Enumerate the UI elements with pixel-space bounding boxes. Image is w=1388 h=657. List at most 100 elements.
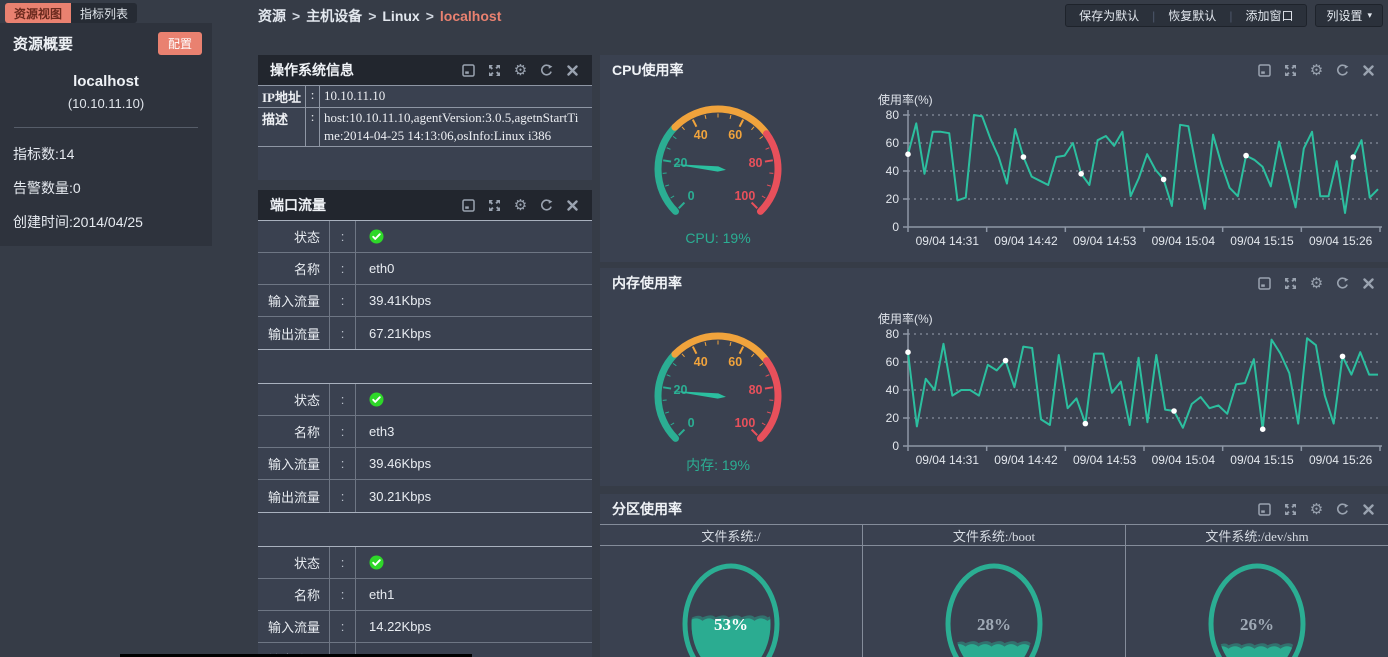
svg-text:09/04 15:15: 09/04 15:15 (1230, 453, 1294, 467)
svg-text:0: 0 (688, 416, 695, 430)
tab-resource-view[interactable]: 资源视图 (5, 3, 71, 23)
close-icon[interactable] (1361, 502, 1376, 517)
group-gap (258, 513, 592, 546)
close-icon[interactable] (1361, 276, 1376, 291)
breadcrumb-item[interactable]: 资源 (258, 8, 286, 24)
refresh-icon[interactable] (539, 198, 554, 213)
svg-text:28%: 28% (977, 615, 1011, 634)
column-settings-button[interactable]: 列设置 ▾ (1315, 4, 1383, 27)
row-value: 30.21Kbps (356, 480, 592, 512)
save-as-default-button[interactable]: 保存为默认 (1066, 5, 1152, 26)
svg-text:09/04 14:53: 09/04 14:53 (1073, 453, 1137, 467)
expand-icon[interactable] (1283, 276, 1298, 291)
refresh-icon[interactable] (1335, 63, 1350, 78)
toolbar-button-group: 保存为默认 | 恢复默认 | 添加窗口 (1065, 4, 1307, 27)
restore-default-button[interactable]: 恢复默认 (1155, 5, 1229, 26)
panel-controls: ⚙ (1257, 276, 1376, 291)
svg-text:40: 40 (694, 128, 708, 142)
row-label: 状态 (258, 221, 330, 252)
colon: : (330, 253, 356, 284)
filesystem-root-liquid-gauge: 53% (675, 560, 787, 657)
collapse-icon[interactable] (1257, 276, 1272, 291)
refresh-icon[interactable] (1335, 502, 1350, 517)
row-value: 39.46Kbps (356, 448, 592, 479)
svg-text:0: 0 (892, 439, 899, 453)
table-row: 输入流量:39.46Kbps (258, 448, 592, 480)
host-ip: (10.10.11.10) (0, 96, 212, 111)
close-icon[interactable] (1361, 63, 1376, 78)
settings-icon[interactable]: ⚙ (1309, 276, 1324, 291)
expand-icon[interactable] (1283, 502, 1298, 517)
svg-text:80: 80 (749, 383, 763, 397)
close-icon[interactable] (565, 198, 580, 213)
close-icon[interactable] (565, 63, 580, 78)
svg-text:09/04 15:04: 09/04 15:04 (1152, 453, 1216, 467)
svg-text:20: 20 (674, 383, 688, 397)
svg-text:53%: 53% (714, 615, 748, 634)
refresh-icon[interactable] (539, 63, 554, 78)
add-window-button[interactable]: 添加窗口 (1232, 5, 1306, 26)
svg-text:09/04 14:53: 09/04 14:53 (1073, 234, 1137, 248)
svg-text:60: 60 (728, 128, 742, 142)
port-traffic-panel-title: 端口流量 (270, 195, 326, 215)
partition-usage-panel: 分区使用率 ⚙ 文件系统:/ 文件系统:/boot 文件系统:/dev/shm … (600, 494, 1388, 657)
os-ip-value: 10.10.11.10 (320, 86, 592, 107)
panel-controls: ⚙ (1257, 63, 1376, 78)
row-label: 状态 (258, 384, 330, 415)
dashboard: 资源视图 指标列表 资源>主机设备>Linux>localhost 保存为默认 … (0, 0, 1388, 657)
colon: : (330, 448, 356, 479)
svg-text:09/04 15:26: 09/04 15:26 (1309, 234, 1373, 248)
row-label: 输入流量 (258, 611, 330, 642)
collapse-icon[interactable] (461, 198, 476, 213)
expand-icon[interactable] (487, 198, 502, 213)
settings-icon[interactable]: ⚙ (1309, 63, 1324, 78)
os-desc-label: 描述 (258, 108, 306, 146)
panel-controls: ⚙ (461, 198, 580, 213)
resource-summary-panel: 资源概要 配置 localhost (10.10.11.10) 指标数:14 告… (0, 23, 212, 246)
port-group-eth3: 状态:名称:eth3输入流量:39.46Kbps输出流量:30.21Kbps (258, 383, 592, 513)
partition-panel-title: 分区使用率 (612, 499, 682, 519)
colon: : (330, 317, 356, 349)
status-ok-icon (356, 221, 592, 252)
table-row: 输入流量:39.41Kbps (258, 285, 592, 317)
table-row: 输出流量:67.21Kbps (258, 317, 592, 349)
expand-icon[interactable] (487, 63, 502, 78)
row-label: 状态 (258, 547, 330, 578)
colon: : (330, 384, 356, 415)
collapse-icon[interactable] (1257, 502, 1272, 517)
colon: : (330, 611, 356, 642)
os-info-panel: 操作系统信息 ⚙ IP地址 : 10.10.11.10 描述 : host:10… (258, 55, 592, 180)
host-name: localhost (0, 73, 212, 90)
filesystem-boot-header: 文件系统:/boot (863, 525, 1126, 545)
svg-text:20: 20 (886, 411, 900, 425)
svg-text:80: 80 (749, 156, 763, 170)
column-settings-label: 列设置 (1326, 7, 1362, 24)
breadcrumb-item[interactable]: 主机设备 (306, 8, 362, 24)
collapse-icon[interactable] (1257, 63, 1272, 78)
svg-text:CPU: 19%: CPU: 19% (685, 230, 750, 246)
settings-icon[interactable]: ⚙ (1309, 502, 1324, 517)
os-desc-value: host:10.10.11.10,agentVersion:3.0.5,aget… (320, 108, 592, 146)
port-group-eth1: 状态:名称:eth1输入流量:14.22Kbps输出流量:78.45Kbps (258, 546, 592, 657)
cpu-usage-chart: 02040608009/04 14:3109/04 14:4209/04 14:… (870, 105, 1386, 255)
svg-text:40: 40 (694, 355, 708, 369)
colon: : (330, 416, 356, 447)
expand-icon[interactable] (1283, 63, 1298, 78)
tab-metric-list[interactable]: 指标列表 (71, 3, 137, 23)
breadcrumb-item[interactable]: Linux (382, 8, 419, 24)
memory-usage-chart: 02040608009/04 14:3109/04 14:4209/04 14:… (870, 324, 1386, 474)
cpu-gauge: 020406080100CPU: 19% (630, 81, 806, 257)
collapse-icon[interactable] (461, 63, 476, 78)
configure-button[interactable]: 配置 (158, 32, 202, 55)
refresh-icon[interactable] (1335, 276, 1350, 291)
row-label: 输出流量 (258, 317, 330, 349)
settings-icon[interactable]: ⚙ (513, 198, 528, 213)
table-row: 状态: (258, 221, 592, 253)
row-label: 输入流量 (258, 448, 330, 479)
svg-text:80: 80 (886, 327, 900, 341)
svg-text:80: 80 (886, 108, 900, 122)
settings-icon[interactable]: ⚙ (513, 63, 528, 78)
colon: : (330, 579, 356, 610)
port-group-eth0: 状态:名称:eth0输入流量:39.41Kbps输出流量:67.21Kbps (258, 220, 592, 350)
svg-text:09/04 14:42: 09/04 14:42 (994, 453, 1058, 467)
